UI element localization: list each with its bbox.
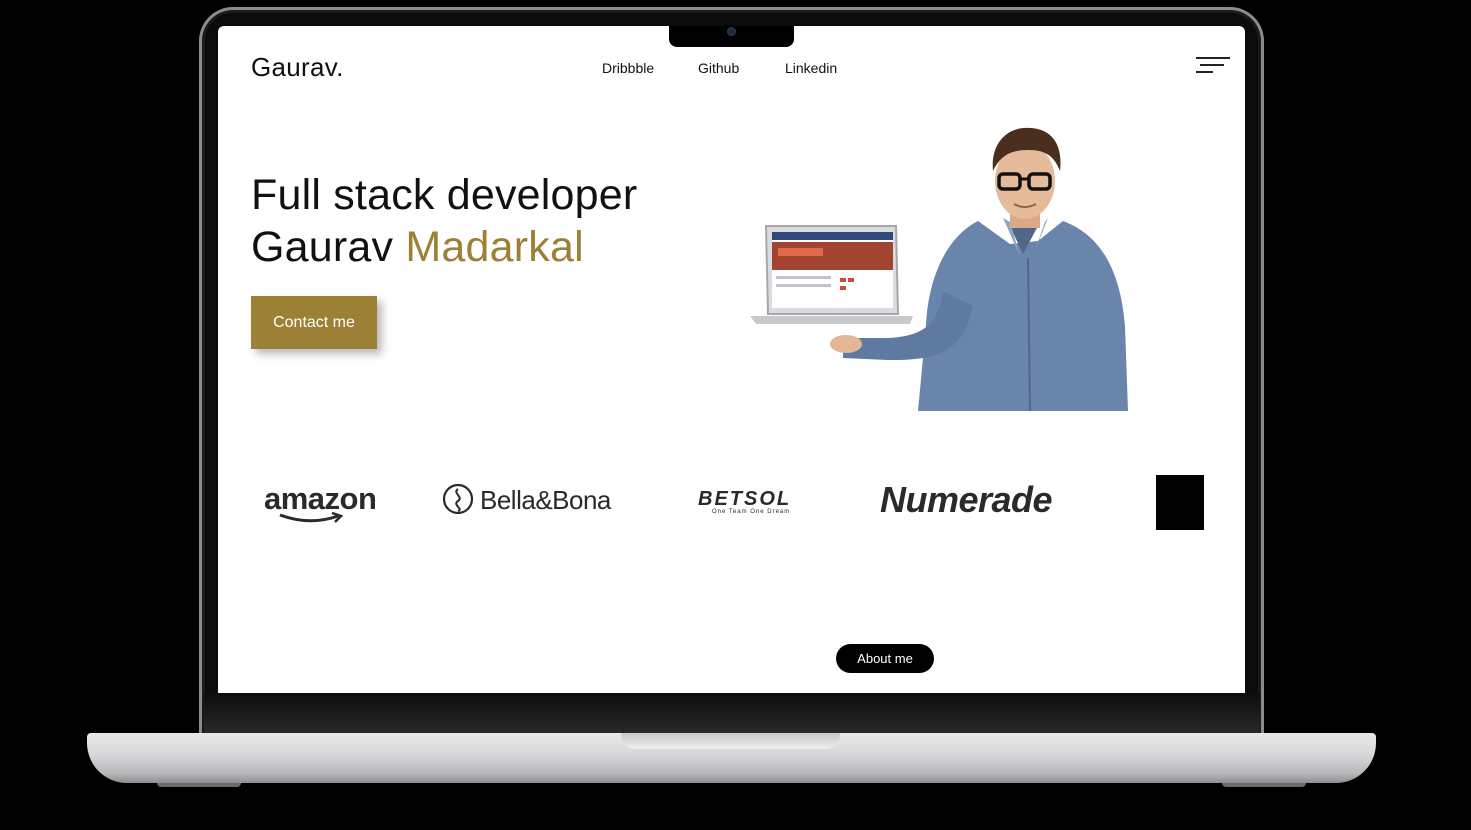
laptop-bottom-bezel — [204, 693, 1260, 734]
hamburger-menu-icon[interactable] — [1194, 56, 1230, 78]
laptop-foot-left — [157, 783, 241, 787]
nav-link-linkedin[interactable]: Linkedin — [785, 60, 837, 76]
website-screen: Gaurav. Dribbble Github Linkedin Full st… — [218, 26, 1245, 693]
about-me-button[interactable]: About me — [836, 644, 934, 673]
betsol-tagline: One Team One Dream — [712, 509, 791, 515]
camera-icon — [728, 28, 735, 35]
hero-heading-line1: Full stack developer — [251, 171, 638, 219]
partner-logo-placeholder — [1156, 475, 1204, 530]
developer-holding-laptop-image — [750, 127, 1128, 411]
amazon-logo: amazon — [264, 481, 377, 523]
nav-link-github[interactable]: Github — [698, 60, 739, 76]
hero-first-name: Gaurav — [251, 223, 394, 271]
laptop-opening-notch — [621, 733, 840, 749]
numerade-logo: Numerade — [880, 479, 1053, 520]
amazon-smile-icon — [279, 512, 344, 523]
amazon-logo-text: amazon — [264, 481, 377, 516]
laptop-foot-right — [1222, 783, 1306, 787]
bella-bona-logo-text: Bella&Bona — [480, 485, 611, 515]
betsol-logo: BETSOL One Team One Dream — [698, 488, 791, 515]
contact-me-button[interactable]: Contact me — [251, 296, 377, 349]
hero-heading: Full stack developer Gaurav Madarkal — [251, 169, 637, 273]
camera-notch — [669, 26, 794, 47]
hero-heading-line2: Gaurav Madarkal — [251, 221, 637, 273]
nav-link-dribbble[interactable]: Dribbble — [602, 60, 654, 76]
bella-bona-emblem-icon — [442, 483, 474, 515]
betsol-logo-text: BETSOL — [698, 488, 792, 510]
hero-last-name: Madarkal — [405, 223, 584, 271]
site-logo[interactable]: Gaurav. — [251, 52, 344, 83]
laptop-base — [87, 733, 1376, 783]
